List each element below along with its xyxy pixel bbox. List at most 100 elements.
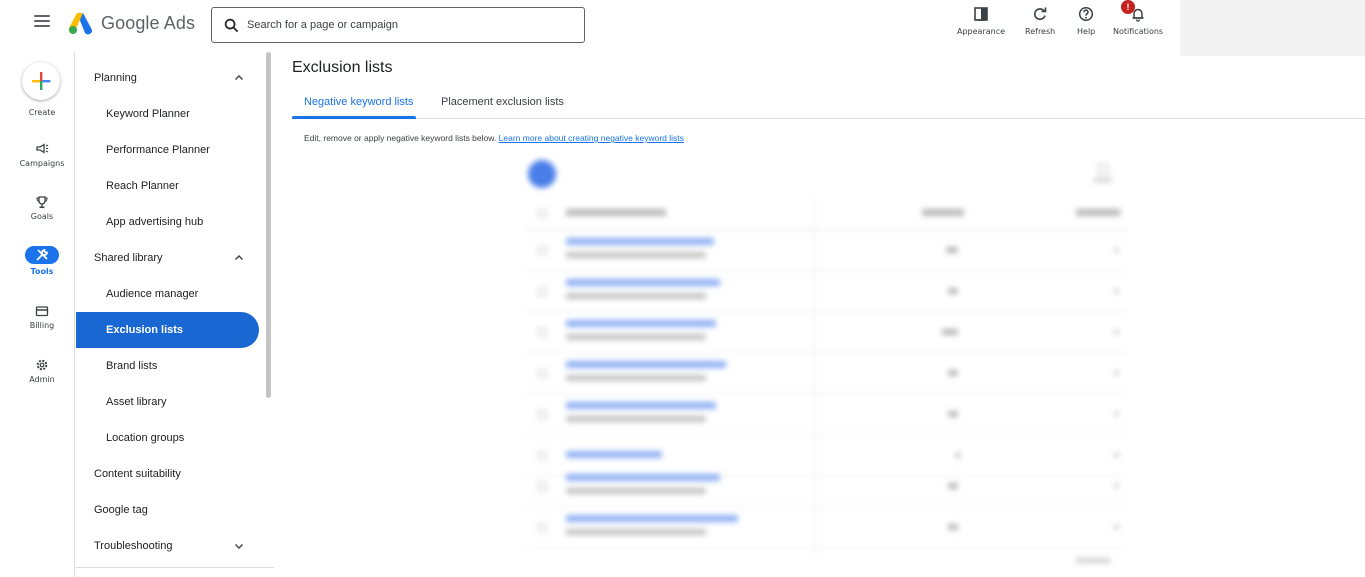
rail-label-create: Create [28,108,56,117]
nav-label: Keyword Planner [106,108,190,120]
column-header[interactable] [922,209,964,216]
create-button[interactable] [22,62,60,100]
refresh-label: Refresh [1025,27,1056,36]
download-icon[interactable] [1094,164,1112,186]
nav-label: Troubleshooting [94,540,173,552]
nav-item-app-advertising-hub[interactable]: App advertising hub [76,204,274,240]
rail-label-campaigns: Campaigns [19,159,65,168]
menu-icon[interactable] [34,15,50,29]
select-all-checkbox[interactable] [538,209,547,218]
appearance-button[interactable]: Appearance [957,6,1005,36]
plus-icon [32,72,51,90]
side-navigation: Planning Keyword Planner Performance Pla… [76,60,274,564]
blurred-table-content [524,154,1129,577]
search-icon [224,18,239,32]
notifications-label: Notifications [1113,27,1164,36]
nav-item-planning[interactable]: Planning [76,60,274,96]
nav-label: Brand lists [106,360,158,372]
rail-item-admin[interactable]: Admin [9,358,75,384]
search-box[interactable] [211,7,585,43]
search-input[interactable] [247,19,567,31]
nav-label: Planning [94,72,137,84]
nav-item-troubleshooting[interactable]: Troubleshooting [76,528,274,564]
nav-label: Google tag [94,504,148,516]
nav-divider [76,567,274,568]
page-description: Edit, remove or apply negative keyword l… [304,133,684,143]
nav-item-audience-manager[interactable]: Audience manager [76,276,274,312]
nav-item-shared-library[interactable]: Shared library [76,240,274,276]
refresh-icon [1034,7,1047,21]
active-tab-indicator [292,116,416,119]
negative-keyword-lists-table [524,154,1129,577]
rail-label-tools: Tools [30,267,54,276]
nav-label: Reach Planner [106,180,179,192]
nav-label: Asset library [106,396,167,408]
help-icon [1079,6,1094,22]
nav-label: Location groups [106,432,185,444]
chevron-up-icon [235,75,243,80]
nav-item-reach-planner[interactable]: Reach Planner [76,168,274,204]
nav-item-performance-planner[interactable]: Performance Planner [76,132,274,168]
nav-item-google-tag[interactable]: Google tag [76,492,274,528]
tools-pill [25,246,59,264]
google-ads-logo[interactable]: Google Ads [68,11,195,35]
table-row[interactable] [524,507,1129,548]
sidenav-scrollbar[interactable] [266,52,271,398]
table-row[interactable] [524,312,1129,353]
pagination-footer [1076,558,1110,563]
nav-item-exclusion-lists[interactable]: Exclusion lists [76,312,259,348]
table-row[interactable] [524,230,1129,271]
rail-item-goals[interactable]: Goals [9,195,75,221]
wrench-icon [36,249,48,261]
rail-item-campaigns[interactable]: Campaigns [9,142,75,168]
rail-item-create[interactable]: Create [9,105,75,117]
table-header [524,196,1129,230]
nav-item-location-groups[interactable]: Location groups [76,420,274,456]
column-header[interactable] [566,209,666,216]
appearance-icon [974,7,988,21]
topbar-right-area [1180,0,1365,56]
nav-item-content-suitability[interactable]: Content suitability [76,456,274,492]
nav-label: App advertising hub [106,216,204,228]
nav-label: Exclusion lists [106,324,184,336]
appearance-label: Appearance [957,27,1006,36]
rail-item-billing[interactable]: Billing [9,304,75,330]
tab-negative-keyword-lists[interactable]: Negative keyword lists [304,96,413,108]
column-header[interactable] [1076,209,1120,216]
nav-item-asset-library[interactable]: Asset library [76,384,274,420]
table-row[interactable] [524,353,1129,394]
table-row[interactable] [524,271,1129,312]
gear-icon [36,359,48,371]
nav-item-brand-lists[interactable]: Brand lists [76,348,274,384]
rail-item-tools[interactable]: Tools [9,246,75,276]
nav-label: Shared library [94,252,163,264]
help-label: Help [1077,27,1096,36]
google-ads-icon [69,13,93,35]
nav-item-keyword-planner[interactable]: Keyword Planner [76,96,274,132]
notification-badge: ! [1121,0,1135,14]
table-row[interactable] [524,466,1129,507]
rail-label-goals: Goals [30,212,54,221]
nav-label: Content suitability [94,468,181,480]
add-list-button[interactable] [528,160,556,188]
tab-bar: Negative keyword lists Placement exclusi… [292,88,1365,119]
left-rail: Create Campaigns Goals Tools Billing Adm… [9,52,75,577]
nav-label: Audience manager [106,288,199,300]
nav-label: Performance Planner [106,144,210,156]
tab-placement-exclusion-lists[interactable]: Placement exclusion lists [441,96,564,108]
chevron-down-icon [235,544,243,549]
learn-more-link[interactable]: Learn more about creating negative keywo… [499,133,684,143]
chevron-up-icon [235,255,243,260]
app-name: Google Ads [101,12,196,33]
rail-label-admin: Admin [29,375,55,384]
rail-label-billing: Billing [29,321,55,330]
help-button[interactable]: Help [1077,6,1095,36]
megaphone-icon [36,143,49,154]
notifications-button[interactable]: ! Notifications [1113,0,1164,36]
trophy-icon [36,196,48,209]
description-text: Edit, remove or apply negative keyword l… [304,133,497,143]
credit-card-icon [35,306,49,317]
page-title: Exclusion lists [292,59,393,76]
table-row[interactable] [524,394,1129,435]
refresh-button[interactable]: Refresh [1025,6,1055,36]
